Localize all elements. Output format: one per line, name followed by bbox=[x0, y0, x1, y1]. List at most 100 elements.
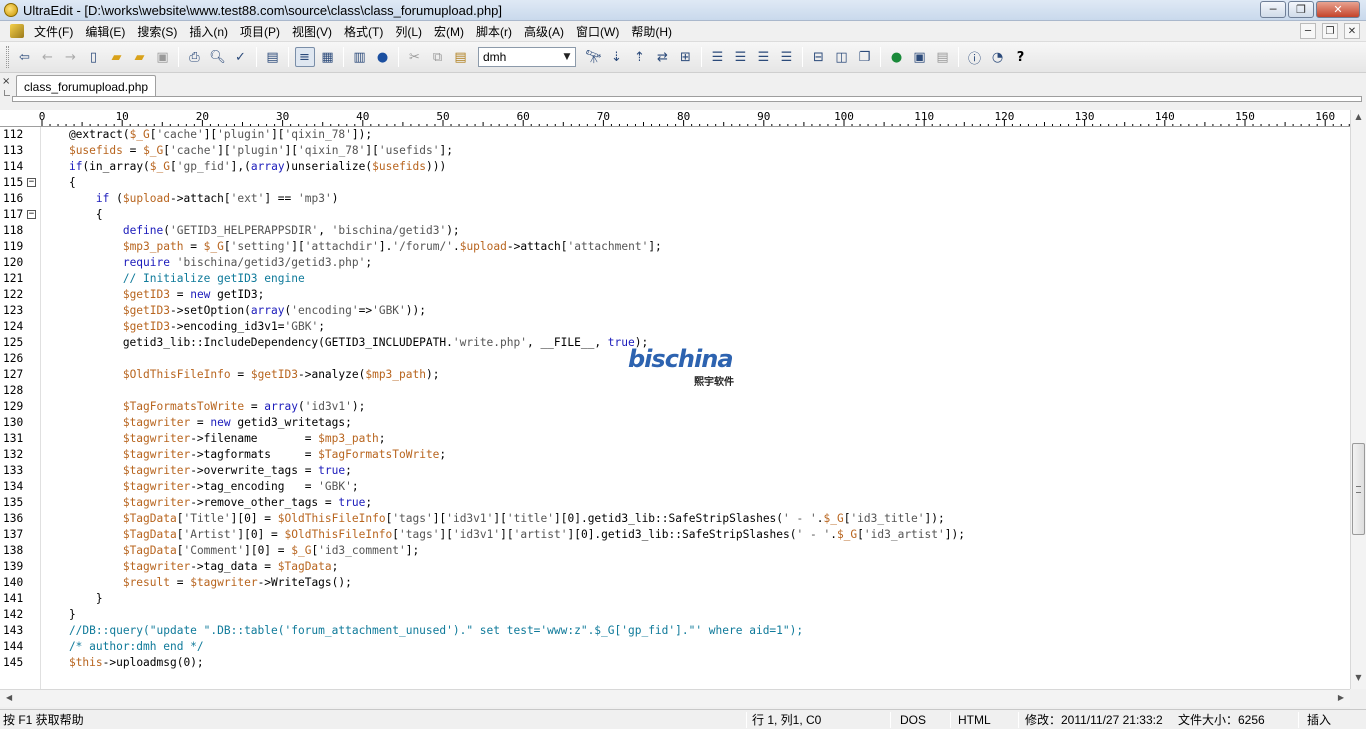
code-line[interactable]: 143 //DB::query("update ".DB::table('for… bbox=[0, 623, 1350, 639]
code-line[interactable]: 142 } bbox=[0, 607, 1350, 623]
menu-script[interactable]: 脚本(r) bbox=[470, 23, 518, 40]
arrow-left-icon[interactable]: ← bbox=[38, 47, 58, 67]
align-right-icon[interactable]: ☰ bbox=[754, 47, 774, 67]
help-icon[interactable]: ? bbox=[1011, 47, 1031, 67]
scroll-thumb[interactable] bbox=[1352, 443, 1365, 535]
doc-restore-button[interactable]: ❐ bbox=[1322, 23, 1338, 39]
find-prev-icon[interactable]: ⇡ bbox=[630, 47, 650, 67]
menu-project[interactable]: 项目(P) bbox=[234, 23, 286, 40]
code-line[interactable]: 133 $tagwriter->overwrite_tags = true; bbox=[0, 463, 1350, 479]
compare-icon[interactable]: ▤ bbox=[933, 47, 953, 67]
info-icon[interactable]: ⓘ bbox=[965, 47, 985, 67]
horizontal-scrollbar[interactable]: ◀ ▶ bbox=[0, 689, 1350, 707]
fold-toggle-icon[interactable]: − bbox=[27, 178, 36, 187]
code-line[interactable]: 139 $tagwriter->tag_data = $TagData; bbox=[0, 559, 1350, 575]
toolbar-grip[interactable] bbox=[6, 46, 9, 68]
print-preview-icon[interactable]: 🔍︎ bbox=[208, 47, 228, 67]
print-icon[interactable]: ⎙ bbox=[185, 47, 205, 67]
hex-mode-icon[interactable]: ▦ bbox=[318, 47, 338, 67]
code-line[interactable]: 114 if(in_array($_G['gp_fid'],(array)uns… bbox=[0, 159, 1350, 175]
code-line[interactable]: 144 /* author:dmh end */ bbox=[0, 639, 1350, 655]
arrow-right-icon[interactable]: → bbox=[61, 47, 81, 67]
code-line[interactable]: 112 @extract($_G['cache']['plugin']['qix… bbox=[0, 127, 1350, 143]
code-line[interactable]: 135 $tagwriter->remove_other_tags = true… bbox=[0, 495, 1350, 511]
word-wrap-icon[interactable]: ≡ bbox=[294, 47, 315, 67]
doc-minimize-button[interactable]: ─ bbox=[1300, 23, 1316, 39]
code-line[interactable]: 136 $TagData['Title'][0] = $OldThisFileI… bbox=[0, 511, 1350, 527]
code-line[interactable]: 120 require 'bischina/getid3/getid3.php'… bbox=[0, 255, 1350, 271]
code-line[interactable]: 115− { bbox=[0, 175, 1350, 191]
chevron-down-icon[interactable]: ▼ bbox=[559, 52, 575, 62]
save-icon[interactable]: ▣ bbox=[153, 47, 173, 67]
cut-icon[interactable]: ✂ bbox=[405, 47, 425, 67]
status-insert-mode[interactable]: 插入 bbox=[1307, 712, 1331, 728]
justify-icon[interactable]: ☰ bbox=[777, 47, 797, 67]
find-icon[interactable]: 🔭︎ bbox=[584, 47, 604, 67]
code-line[interactable]: 138 $TagData['Comment'][0] = $_G['id3_co… bbox=[0, 543, 1350, 559]
code-editor[interactable]: 112 @extract($_G['cache']['plugin']['qix… bbox=[0, 127, 1350, 689]
code-line[interactable]: 137 $TagData['Artist'][0] = $OldThisFile… bbox=[0, 527, 1350, 543]
replace-icon[interactable]: ⇄ bbox=[653, 47, 673, 67]
back-icon[interactable]: ⇦ bbox=[15, 47, 35, 67]
open-folder-icon[interactable]: ▰ bbox=[107, 47, 127, 67]
code-line[interactable]: 145 $this->uploadmsg(0); bbox=[0, 655, 1350, 671]
scroll-left-icon[interactable]: ◀ bbox=[6, 693, 12, 702]
properties-icon[interactable]: ▥ bbox=[350, 47, 370, 67]
status-file-type[interactable]: HTML bbox=[958, 712, 991, 728]
close-tab-icon[interactable]: × bbox=[2, 76, 10, 87]
code-line[interactable]: 116 if ($upload->attach['ext'] == 'mp3') bbox=[0, 191, 1350, 207]
menu-insert[interactable]: 插入(n) bbox=[183, 23, 234, 40]
code-line[interactable]: 118 define('GETID3_HELPERAPPSDIR', 'bisc… bbox=[0, 223, 1350, 239]
menu-search[interactable]: 搜索(S) bbox=[131, 23, 183, 40]
ftp-icon[interactable]: ▣ bbox=[910, 47, 930, 67]
scroll-right-icon[interactable]: ▶ bbox=[1338, 693, 1344, 702]
split-vertical-icon[interactable]: ◫ bbox=[832, 47, 852, 67]
code-line[interactable]: 129 $TagFormatsToWrite = array('id3v1'); bbox=[0, 399, 1350, 415]
code-line[interactable]: 117− { bbox=[0, 207, 1350, 223]
tab-class-forumupload[interactable]: class_forumupload.php bbox=[16, 75, 157, 97]
new-file-icon[interactable]: ▯ bbox=[84, 47, 104, 67]
vertical-scrollbar[interactable]: ▲ ▼ bbox=[1350, 110, 1366, 689]
menu-window[interactable]: 窗口(W) bbox=[570, 23, 625, 40]
menu-macro[interactable]: 宏(M) bbox=[428, 23, 470, 40]
fold-toggle-icon[interactable]: − bbox=[27, 210, 36, 219]
context-help-icon[interactable]: ◔ bbox=[988, 47, 1008, 67]
menu-advanced[interactable]: 高级(A) bbox=[518, 23, 570, 40]
pin-icon[interactable] bbox=[4, 90, 10, 96]
find-in-files-icon[interactable]: ⊞ bbox=[676, 47, 696, 67]
code-line[interactable]: 140 $result = $tagwriter->WriteTags(); bbox=[0, 575, 1350, 591]
align-left-icon[interactable]: ☰ bbox=[708, 47, 728, 67]
maximize-button[interactable]: ❐ bbox=[1288, 1, 1314, 18]
minimize-button[interactable]: ─ bbox=[1260, 1, 1286, 18]
code-line[interactable]: 132 $tagwriter->tagformats = $TagFormats… bbox=[0, 447, 1350, 463]
split-horizontal-icon[interactable]: ⊟ bbox=[809, 47, 829, 67]
code-line[interactable]: 130 $tagwriter = new getid3_writetags; bbox=[0, 415, 1350, 431]
align-center-icon[interactable]: ☰ bbox=[731, 47, 751, 67]
paste-icon[interactable]: ▤ bbox=[451, 47, 471, 67]
browser-view-icon[interactable]: ● bbox=[373, 47, 393, 67]
document-icon[interactable]: ▤ bbox=[263, 47, 283, 67]
menu-edit[interactable]: 编辑(E) bbox=[79, 23, 131, 40]
code-line[interactable]: 113 $usefids = $_G['cache']['plugin']['q… bbox=[0, 143, 1350, 159]
scroll-up-icon[interactable]: ▲ bbox=[1351, 112, 1366, 126]
status-position[interactable]: 行 1, 列1, C0 bbox=[752, 712, 821, 728]
search-combo[interactable]: dmh ▼ bbox=[478, 47, 576, 67]
code-line[interactable]: 119 $mp3_path = $_G['setting']['attachdi… bbox=[0, 239, 1350, 255]
copy-icon[interactable]: ⧉ bbox=[428, 47, 448, 67]
menu-file[interactable]: 文件(F) bbox=[28, 23, 79, 40]
scroll-down-icon[interactable]: ▼ bbox=[1351, 673, 1366, 687]
menu-view[interactable]: 视图(V) bbox=[286, 23, 338, 40]
menu-help[interactable]: 帮助(H) bbox=[625, 23, 678, 40]
menu-format[interactable]: 格式(T) bbox=[338, 23, 389, 40]
cascade-icon[interactable]: ❐ bbox=[855, 47, 875, 67]
doc-close-button[interactable]: ✕ bbox=[1344, 23, 1360, 39]
code-line[interactable]: 141 } bbox=[0, 591, 1350, 607]
web-icon[interactable]: ● bbox=[887, 47, 907, 67]
code-line[interactable]: 121 // Initialize getID3 engine bbox=[0, 271, 1350, 287]
code-line[interactable]: 124 $getID3->encoding_id3v1='GBK'; bbox=[0, 319, 1350, 335]
code-line[interactable]: 131 $tagwriter->filename = $mp3_path; bbox=[0, 431, 1350, 447]
menu-column[interactable]: 列(L) bbox=[389, 23, 428, 40]
spellcheck-icon[interactable]: ✓ bbox=[231, 47, 251, 67]
find-next-icon[interactable]: ⇣ bbox=[607, 47, 627, 67]
code-line[interactable]: 123 $getID3->setOption(array('encoding'=… bbox=[0, 303, 1350, 319]
